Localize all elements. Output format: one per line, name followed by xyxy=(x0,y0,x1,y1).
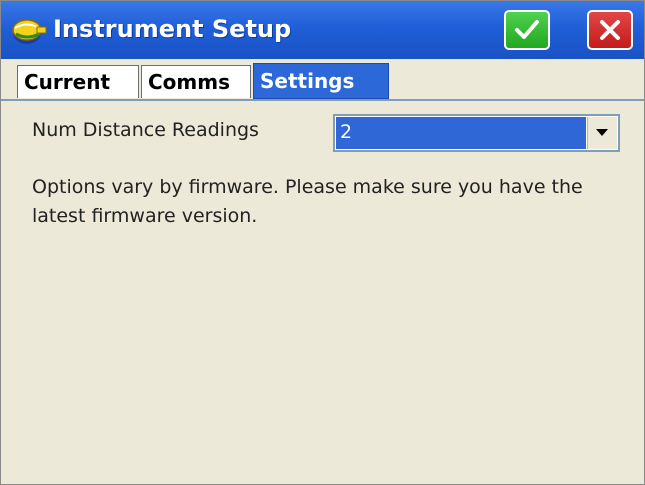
tab-settings[interactable]: Settings xyxy=(253,63,389,99)
dropdown-arrow-button[interactable] xyxy=(587,117,617,149)
num-distance-readings-dropdown[interactable]: 2 xyxy=(333,114,620,152)
tab-current[interactable]: Current xyxy=(17,65,139,98)
tab-comms[interactable]: Comms xyxy=(141,65,251,98)
firmware-info-text: Options vary by firmware. Please make su… xyxy=(32,176,583,227)
ok-button[interactable] xyxy=(504,10,550,50)
tab-bar: Current Comms Settings xyxy=(1,59,644,101)
instrument-app-icon xyxy=(9,13,49,49)
settings-panel: Num Distance Readings 2 Options vary by … xyxy=(1,101,644,484)
instrument-setup-window: Instrument Setup Current Comms Settings … xyxy=(0,0,645,485)
close-button[interactable] xyxy=(587,10,633,50)
num-distance-readings-value[interactable]: 2 xyxy=(336,117,586,149)
num-distance-readings-label: Num Distance Readings xyxy=(32,119,259,141)
close-icon xyxy=(600,20,620,40)
title-bar: Instrument Setup xyxy=(1,1,644,59)
checkmark-icon xyxy=(515,20,539,39)
window-title: Instrument Setup xyxy=(53,15,292,43)
chevron-down-icon xyxy=(596,129,608,136)
